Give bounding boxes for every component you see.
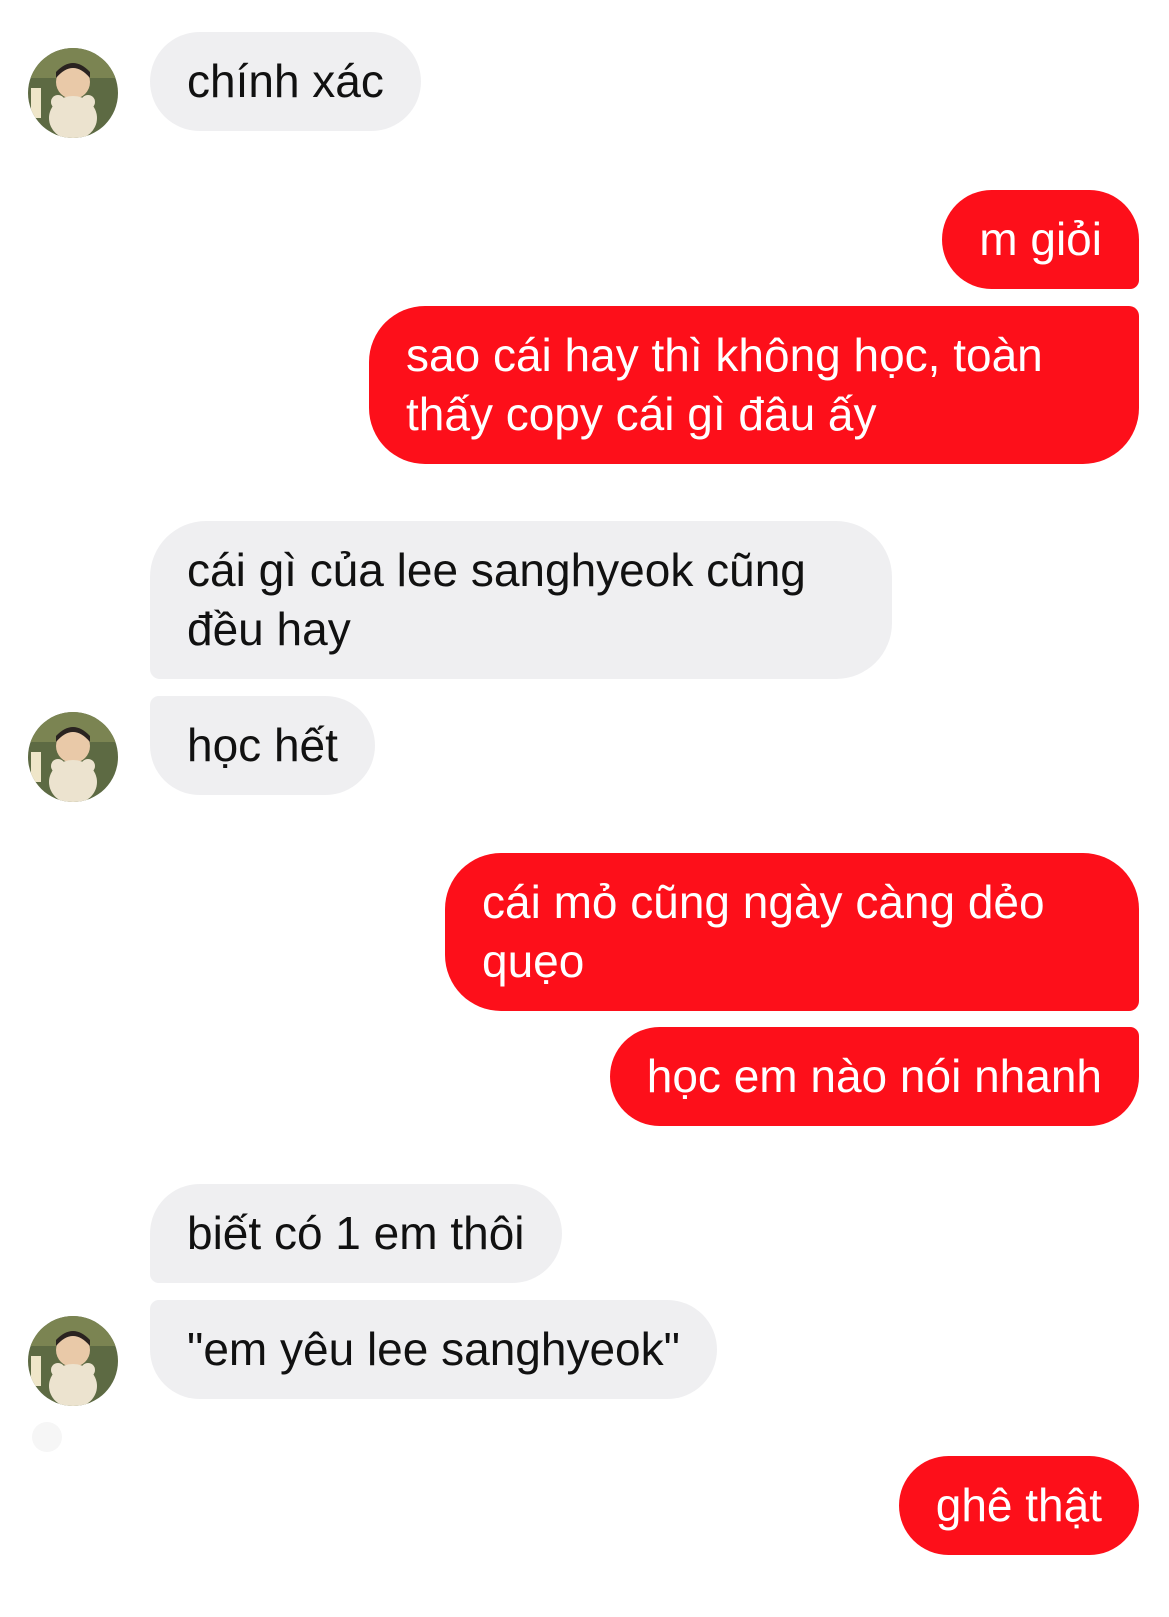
contact-avatar-icon[interactable]	[28, 712, 118, 802]
contact-avatar-icon[interactable]	[28, 48, 118, 138]
outgoing-message[interactable]: m giỏi	[942, 190, 1139, 289]
outgoing-message[interactable]: sao cái hay thì không học, toàn thấy cop…	[369, 306, 1139, 464]
outgoing-message[interactable]: cái mỏ cũng ngày càng dẻo quẹo	[445, 853, 1139, 1011]
incoming-message[interactable]: học hết	[150, 696, 375, 795]
outgoing-message[interactable]: ghê thật	[898, 1456, 1139, 1555]
incoming-message[interactable]: "em yêu lee sanghyeok"	[150, 1300, 717, 1399]
incoming-message[interactable]: cái gì của lee sanghyeok cũng đều hay	[150, 521, 892, 679]
contact-avatar-icon[interactable]	[28, 1316, 118, 1406]
incoming-message[interactable]: chính xác	[150, 32, 421, 131]
incoming-message[interactable]: biết có 1 em thôi	[150, 1184, 562, 1283]
outgoing-message[interactable]: học em nào nói nhanh	[609, 1027, 1139, 1126]
read-receipt-icon	[32, 1422, 62, 1452]
